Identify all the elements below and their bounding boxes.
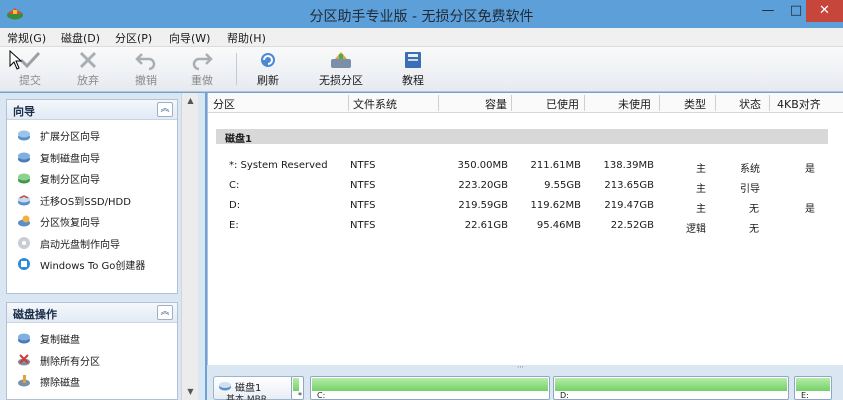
col-used[interactable]: 已使用 — [546, 96, 579, 112]
wizard-item-boot-disc[interactable]: 启动光盘制作向导 — [7, 232, 177, 254]
disk-op-copy-disk[interactable]: 复制磁盘 — [7, 327, 177, 349]
mouse-cursor-icon — [9, 50, 23, 70]
wizard-item-extend-partition[interactable]: 扩展分区向导 — [7, 124, 177, 146]
disk-group-header[interactable]: 磁盘1 — [216, 129, 828, 145]
redo-icon — [192, 53, 213, 70]
disk-op-wipe-disk[interactable]: 擦除磁盘 — [7, 370, 177, 392]
disk-map-disk1[interactable]: 磁盘1 基本 MBR — [213, 376, 293, 400]
close-button[interactable]: ✕ — [806, 0, 843, 22]
delete-partitions-icon — [18, 353, 30, 365]
disk-ops-panel-title: 磁盘操作 — [13, 308, 57, 321]
collapse-icon[interactable]: ︽ — [157, 305, 173, 320]
col-capacity[interactable]: 容量 — [485, 96, 507, 112]
window-title: 分区助手专业版 - 无损分区免费软件 — [309, 9, 534, 25]
menu-help[interactable]: 帮助(H) — [227, 30, 266, 46]
undo-icon — [135, 53, 156, 70]
discard-button[interactable]: 放弃 — [72, 50, 104, 90]
title-bar: 分区助手专业版 - 无损分区免费软件 — □ ✕ — [0, 0, 843, 28]
toolbar: 提交 放弃 撤销 重做 刷新 无损分区 教程 — [0, 47, 843, 92]
disk-map-partition-d[interactable]: D: — [553, 376, 789, 400]
table-row[interactable]: C: NTFS 223.20GB 9.55GB 213.65GB 主 引导 — [208, 180, 843, 200]
wizard-item-windows-to-go[interactable]: Windows To Go创建器 — [7, 253, 177, 275]
col-4k-align[interactable]: 4KB对齐 — [777, 96, 821, 112]
disk-drive-icon — [219, 382, 231, 391]
refresh-button[interactable]: 刷新 — [252, 50, 284, 90]
tutorial-button[interactable]: 教程 — [397, 50, 429, 90]
wizard-item-copy-partition[interactable]: 复制分区向导 — [7, 167, 177, 189]
undo-button[interactable]: 撤销 — [130, 50, 162, 90]
scroll-down-icon[interactable]: ▼ — [182, 384, 199, 400]
col-unused[interactable]: 未使用 — [618, 96, 651, 112]
tutorial-book-icon — [405, 52, 421, 68]
menu-general[interactable]: 常规(G) — [7, 30, 46, 46]
wizard-item-copy-disk[interactable]: 复制磁盘向导 — [7, 146, 177, 168]
partition-icon — [331, 52, 351, 68]
partition-usage-fill — [312, 378, 548, 391]
minimize-button[interactable]: — — [754, 0, 782, 22]
wizard-panel: 向导 ︽ 扩展分区向导 复制磁盘向导 复制分区向导 迁移OS到SSD/HDD 分… — [6, 99, 178, 294]
disk-map-partition-system[interactable]: * — [291, 376, 304, 400]
table-row[interactable]: E: NTFS 22.61GB 95.46MB 22.52GB 逻辑 无 — [208, 220, 843, 240]
col-type[interactable]: 类型 — [684, 96, 706, 112]
scroll-up-icon[interactable]: ▲ — [182, 93, 199, 109]
boot-disc-icon — [18, 236, 30, 249]
disk-map-partition-e[interactable]: E: — [794, 376, 832, 400]
redo-button[interactable]: 重做 — [186, 50, 218, 90]
migrate-os-icon — [18, 194, 30, 205]
col-partition[interactable]: 分区 — [213, 96, 235, 112]
menu-wizard[interactable]: 向导(W) — [169, 30, 210, 46]
copy-disk-icon — [18, 152, 30, 162]
collapse-icon[interactable]: ︽ — [157, 102, 173, 117]
disk-operations-panel: 磁盘操作 ︽ 复制磁盘 删除所有分区 擦除磁盘 — [6, 302, 178, 400]
disk-op-delete-all-partitions[interactable]: 删除所有分区 — [7, 349, 177, 371]
col-filesystem[interactable]: 文件系统 — [353, 96, 397, 112]
disk-ops-panel-header[interactable]: 磁盘操作 ︽ — [7, 303, 177, 323]
table-header: 分区 文件系统 容量 已使用 未使用 类型 状态 4KB对齐 — [208, 93, 843, 113]
sidebar-scrollbar[interactable]: ▲ ▼ — [181, 93, 198, 400]
partition-recovery-icon — [18, 215, 30, 227]
menu-partition[interactable]: 分区(P) — [115, 30, 152, 46]
wizard-panel-header[interactable]: 向导 ︽ — [7, 100, 177, 120]
wizard-item-partition-recovery[interactable]: 分区恢复向导 — [7, 210, 177, 232]
col-status[interactable]: 状态 — [739, 96, 761, 112]
extend-partition-icon — [18, 130, 30, 141]
copy-partition-icon — [18, 173, 30, 184]
splitter-grip-icon: ⋯ — [517, 363, 524, 371]
wipe-disk-icon — [18, 375, 30, 387]
table-row[interactable]: *: System Reserved NTFS 350.00MB 211.61M… — [208, 160, 843, 180]
partition-usage-fill — [796, 378, 830, 391]
menu-disk[interactable]: 磁盘(D) — [61, 30, 100, 46]
partition-table: 分区 文件系统 容量 已使用 未使用 类型 状态 4KB对齐 磁盘1 *: Sy… — [207, 93, 843, 365]
toolbar-separator — [236, 53, 237, 85]
table-row[interactable]: D: NTFS 219.59GB 119.62MB 219.47GB 主 无 是 — [208, 200, 843, 220]
partition-usage-fill — [293, 378, 299, 391]
disk-map: 磁盘1 基本 MBR * C: D: E: — [207, 371, 843, 400]
windows-to-go-icon — [18, 258, 30, 270]
discard-icon — [79, 51, 97, 69]
menu-bar: 常规(G) 磁盘(D) 分区(P) 向导(W) 帮助(H) — [0, 28, 843, 47]
wizard-panel-title: 向导 — [13, 105, 35, 118]
disk-map-partition-c[interactable]: C: — [310, 376, 550, 400]
partition-usage-fill — [555, 378, 787, 391]
left-sidebar: 向导 ︽ 扩展分区向导 复制磁盘向导 复制分区向导 迁移OS到SSD/HDD 分… — [0, 93, 205, 400]
wizard-item-migrate-os[interactable]: 迁移OS到SSD/HDD — [7, 189, 177, 211]
copy-disk-icon — [18, 333, 30, 344]
lossless-partition-button[interactable]: 无损分区 — [316, 50, 366, 90]
refresh-icon — [261, 53, 275, 67]
